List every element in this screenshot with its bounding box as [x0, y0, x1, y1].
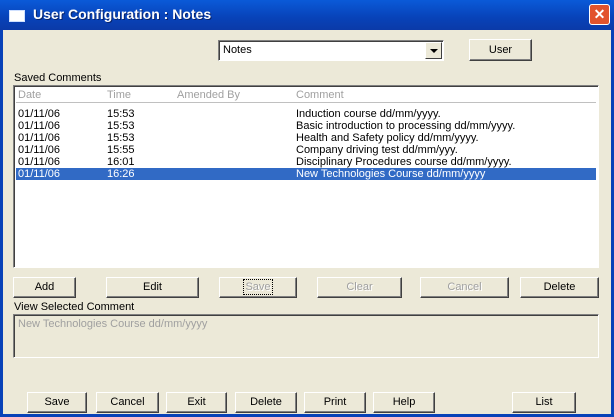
cell-date: 01/11/06	[18, 168, 61, 180]
cell-comment: Company driving test dd/mm/yyy.	[296, 144, 458, 156]
close-button[interactable]: ✕	[589, 4, 610, 25]
cell-date: 01/11/06	[18, 108, 61, 120]
cell-date: 01/11/06	[18, 144, 61, 156]
delete-comment-button[interactable]: Delete	[520, 277, 599, 298]
cancel-comment-button[interactable]: Cancel	[420, 277, 509, 298]
notes-dropdown-value: Notes	[223, 44, 252, 56]
saved-comments-list[interactable]: Date Time Amended By Comment 01/11/06 15…	[13, 85, 599, 268]
window-title: User Configuration : Notes	[33, 6, 212, 22]
list-item[interactable]: 01/11/06 15:53 Induction course dd/mm/yy…	[16, 108, 596, 120]
cell-time: 15:53	[107, 132, 135, 144]
cell-comment: Health and Safety policy dd/mm/yyyy.	[296, 132, 479, 144]
list-button[interactable]: List	[512, 392, 576, 413]
cell-comment: Disciplinary Procedures course dd/mm/yyy…	[296, 156, 512, 168]
selected-comment-text: New Technologies Course dd/mm/yyyy	[18, 318, 208, 330]
cell-date: 01/11/06	[18, 120, 61, 132]
cell-time: 15:53	[107, 108, 135, 120]
selected-comment-display: New Technologies Course dd/mm/yyyy	[13, 314, 599, 358]
list-item[interactable]: 01/11/06 15:53 Basic introduction to pro…	[16, 120, 596, 132]
edit-comment-button[interactable]: Edit	[106, 277, 199, 298]
title-bar: User Configuration : Notes ✕	[0, 0, 614, 30]
help-button[interactable]: Help	[373, 392, 435, 413]
user-button[interactable]: User	[469, 39, 532, 61]
save-button[interactable]: Save	[27, 392, 87, 413]
add-comment-button[interactable]: Add	[13, 277, 76, 298]
column-header-date[interactable]: Date	[18, 89, 41, 101]
column-header-amended-by[interactable]: Amended By	[177, 89, 240, 101]
list-item-selected[interactable]: 01/11/06 16:26 New Technologies Course d…	[16, 168, 596, 180]
list-item[interactable]: 01/11/06 16:01 Disciplinary Procedures c…	[16, 156, 596, 168]
list-item[interactable]: 01/11/06 15:55 Company driving test dd/m…	[16, 144, 596, 156]
saved-comments-label: Saved Comments	[14, 72, 102, 84]
cell-date: 01/11/06	[18, 156, 61, 168]
print-button[interactable]: Print	[304, 392, 366, 413]
list-header: Date Time Amended By Comment	[16, 88, 596, 103]
cell-time: 15:55	[107, 144, 135, 156]
column-header-comment[interactable]: Comment	[296, 89, 344, 101]
cell-date: 01/11/06	[18, 132, 61, 144]
column-header-time[interactable]: Time	[107, 89, 131, 101]
notes-dropdown[interactable]: Notes	[218, 40, 444, 61]
cell-time: 16:01	[107, 156, 135, 168]
delete-button[interactable]: Delete	[235, 392, 297, 413]
clear-comment-button[interactable]: Clear	[317, 277, 402, 298]
exit-button[interactable]: Exit	[166, 392, 227, 413]
list-item[interactable]: 01/11/06 15:53 Health and Safety policy …	[16, 132, 596, 144]
chevron-down-icon[interactable]	[425, 42, 442, 59]
cell-comment: Basic introduction to processing dd/mm/y…	[296, 120, 516, 132]
save-comment-button[interactable]: Save	[219, 277, 297, 298]
view-selected-comment-label: View Selected Comment	[14, 301, 135, 313]
cell-time: 15:53	[107, 120, 135, 132]
cell-time: 16:26	[107, 168, 135, 180]
cell-comment: Induction course dd/mm/yyyy.	[296, 108, 441, 120]
cancel-button[interactable]: Cancel	[96, 392, 159, 413]
cell-comment: New Technologies Course dd/mm/yyyy	[296, 168, 486, 180]
window-icon	[9, 10, 25, 22]
